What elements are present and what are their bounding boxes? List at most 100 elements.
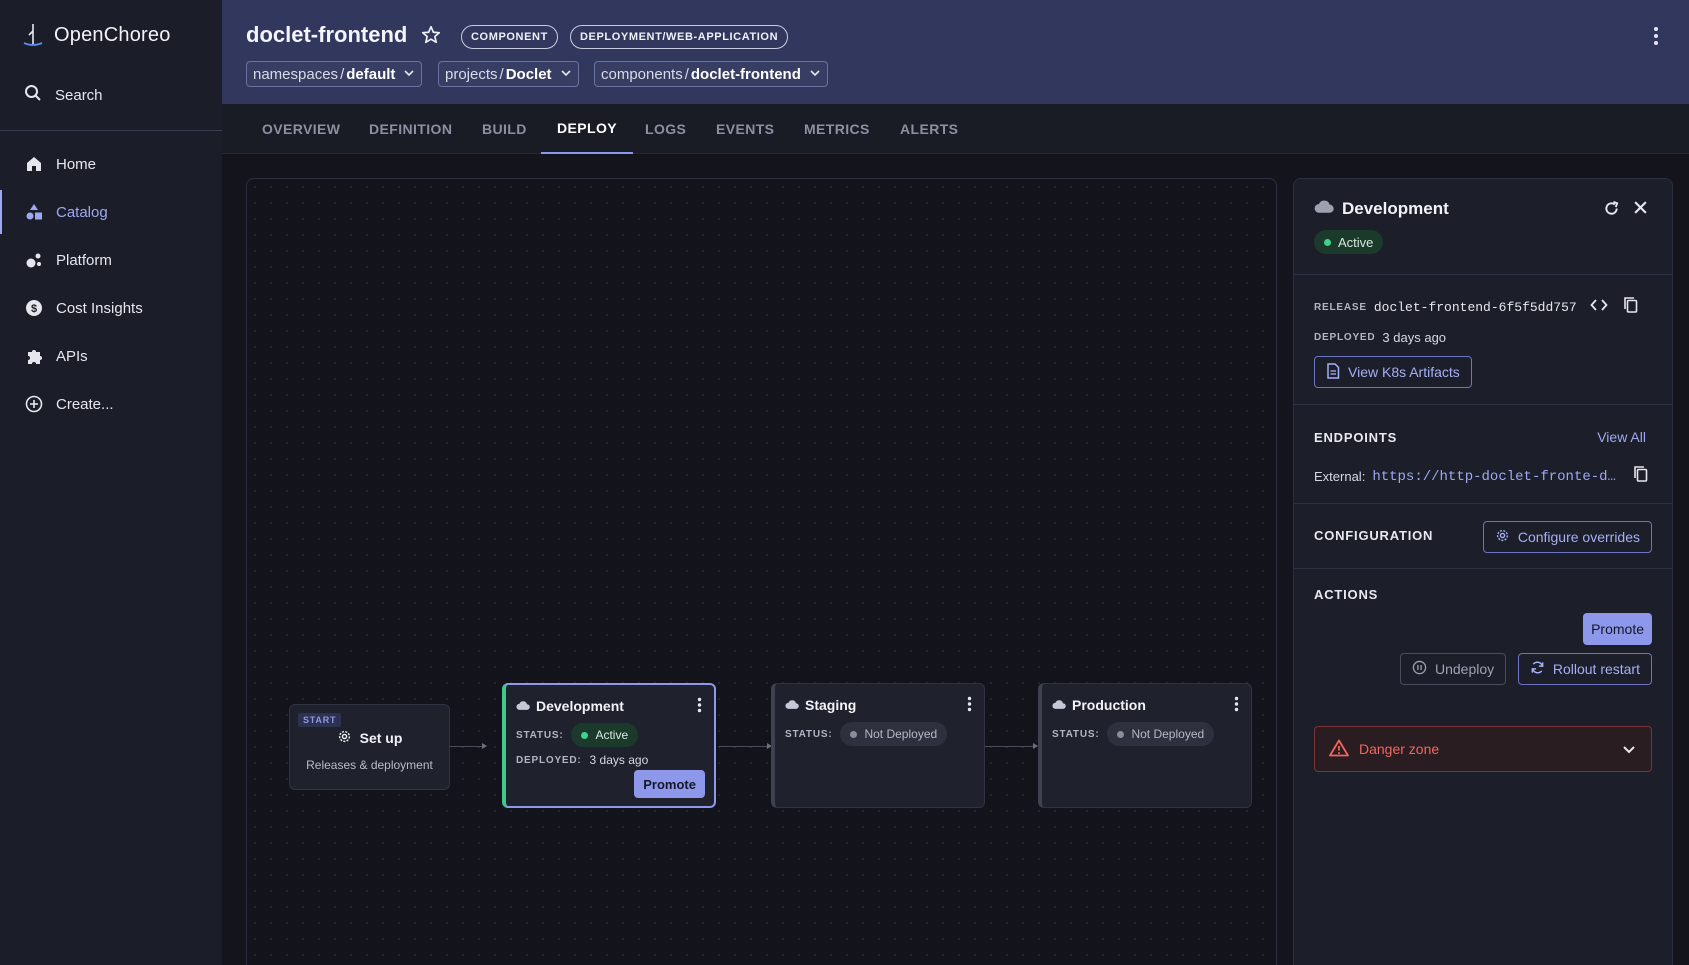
more-vert-icon[interactable] — [1653, 26, 1659, 51]
external-endpoint-row: External: https://http-doclet-fronte-d… — [1314, 465, 1649, 488]
env-node-development[interactable]: Development STATUS: Active DEPLOYED: 3 d… — [502, 683, 716, 808]
view-k8s-artifacts-button[interactable]: View K8s Artifacts — [1314, 356, 1472, 388]
pipeline-canvas[interactable]: START Set up Releases & deployment Devel… — [246, 178, 1277, 965]
panel-divider — [1294, 503, 1672, 504]
breadcrumb-prefix: namespaces — [253, 65, 339, 83]
env-status-row: STATUS: Not Deployed — [785, 722, 948, 746]
tab-bar: OVERVIEW DEFINITION BUILD DEPLOY LOGS EV… — [222, 104, 1689, 154]
star-icon[interactable] — [420, 24, 442, 51]
environment-details-panel: Development Active RELEASE doclet-fronte… — [1293, 178, 1673, 965]
home-icon — [24, 154, 44, 174]
dollar-icon: $ — [24, 298, 44, 318]
tab-metrics[interactable]: METRICS — [788, 104, 886, 154]
rollout-restart-button[interactable]: Rollout restart — [1517, 653, 1652, 685]
undeploy-button[interactable]: Undeploy — [1400, 653, 1507, 685]
sidebar-item-label: Home — [56, 155, 97, 173]
env-status-row: STATUS: Not Deployed — [1052, 722, 1215, 746]
pipeline-edge — [985, 743, 1038, 749]
search-icon — [24, 84, 42, 106]
status-dot — [581, 731, 589, 739]
status-badge: Not Deployed — [840, 722, 948, 746]
tab-deploy[interactable]: DEPLOY — [541, 104, 633, 154]
button-label: Configure overrides — [1517, 529, 1640, 545]
breadcrumb-value: Doclet — [505, 65, 552, 83]
status-badge: Active — [571, 723, 639, 747]
endpoints-title: ENDPOINTS — [1314, 430, 1398, 445]
pipeline-edge — [719, 743, 772, 749]
panel-title: Development — [1314, 199, 1449, 219]
env-node-name: Development — [536, 698, 624, 714]
openchoreo-logo-icon — [22, 22, 44, 48]
status-badge: Active — [1314, 230, 1384, 254]
chevron-down-icon — [403, 66, 415, 83]
configure-overrides-button[interactable]: Configure overrides — [1482, 521, 1652, 553]
breadcrumb-component[interactable]: components / doclet-frontend — [594, 61, 828, 87]
sidebar-item-apis[interactable]: APIs — [0, 332, 222, 380]
panel-divider — [1294, 568, 1672, 569]
env-node-header: Staging — [785, 697, 856, 713]
app-logo[interactable]: OpenChoreo — [22, 22, 171, 48]
tab-logs[interactable]: LOGS — [629, 104, 702, 154]
sidebar-item-label: Catalog — [56, 203, 108, 221]
tab-alerts[interactable]: ALERTS — [884, 104, 974, 154]
tab-overview[interactable]: OVERVIEW — [246, 104, 356, 154]
tab-build[interactable]: BUILD — [466, 104, 543, 154]
breadcrumb-value: doclet-frontend — [690, 65, 801, 83]
chevron-down-icon — [809, 66, 821, 83]
button-label: Rollout restart — [1552, 661, 1640, 677]
sidebar-item-platform[interactable]: Platform — [0, 236, 222, 284]
close-icon[interactable] — [1633, 200, 1648, 220]
env-node-production[interactable]: Production STATUS: Not Deployed — [1038, 683, 1252, 808]
panel-divider — [1294, 404, 1672, 405]
status-text: Active — [1338, 234, 1374, 250]
sidebar-item-create[interactable]: Create... — [0, 380, 222, 428]
gear-icon — [1495, 528, 1510, 546]
status-dot — [1324, 238, 1331, 246]
breadcrumb-namespace[interactable]: namespaces / default — [246, 61, 423, 87]
setup-node[interactable]: START Set up Releases & deployment — [289, 704, 450, 790]
page-title: doclet-frontend — [246, 22, 408, 47]
deployed-label: DEPLOYED — [1314, 332, 1376, 343]
promote-button[interactable]: Promote — [1583, 613, 1652, 645]
plus-circle-icon — [24, 394, 44, 414]
breadcrumb-project[interactable]: projects / Doclet — [438, 61, 579, 87]
external-url-link[interactable]: https://http-doclet-fronte-d… — [1372, 469, 1616, 485]
breadcrumb-value: default — [346, 65, 396, 83]
danger-zone-accordion[interactable]: Danger zone — [1314, 726, 1652, 772]
tab-definition[interactable]: DEFINITION — [353, 104, 468, 154]
status-label: STATUS: — [516, 729, 564, 741]
tab-events[interactable]: EVENTS — [700, 104, 790, 154]
sidebar-item-catalog[interactable]: Catalog — [0, 188, 222, 236]
env-node-staging[interactable]: Staging STATUS: Not Deployed — [771, 683, 985, 808]
code-icon[interactable] — [1589, 298, 1608, 317]
sidebar-item-label: Create... — [56, 395, 114, 413]
deployed-label: DEPLOYED: — [516, 754, 582, 766]
warning-icon — [1329, 739, 1349, 760]
promote-button[interactable]: Promote — [634, 770, 705, 798]
more-vert-icon[interactable] — [697, 697, 702, 718]
platform-icon — [24, 250, 44, 270]
panel-title-text: Development — [1342, 199, 1449, 218]
copy-icon[interactable] — [1633, 465, 1649, 488]
actions-title: ACTIONS — [1314, 587, 1379, 602]
panel-divider — [1294, 274, 1672, 275]
pause-circle-icon — [1412, 660, 1427, 678]
button-label: Undeploy — [1435, 661, 1495, 677]
sidebar-search[interactable]: Search — [24, 84, 103, 106]
sidebar-item-cost-insights[interactable]: $ Cost Insights — [0, 284, 222, 332]
release-value: doclet-frontend-6f5f5dd757 — [1373, 300, 1577, 315]
release-label: RELEASE — [1314, 302, 1367, 313]
danger-zone-label: Danger zone — [1359, 741, 1440, 757]
setup-title-text: Set up — [359, 730, 403, 746]
view-all-link[interactable]: View All — [1597, 429, 1646, 445]
deployed-row: DEPLOYED 3 days ago — [1314, 330, 1446, 345]
copy-icon[interactable] — [1623, 296, 1639, 319]
refresh-icon[interactable] — [1603, 200, 1620, 222]
more-vert-icon[interactable] — [1234, 696, 1239, 717]
env-status-row: STATUS: Active — [516, 723, 639, 747]
deployed-value: 3 days ago — [589, 753, 649, 767]
sync-icon — [1530, 660, 1545, 678]
more-vert-icon[interactable] — [967, 696, 972, 717]
sidebar-item-home[interactable]: Home — [0, 140, 222, 188]
status-badge: Not Deployed — [1107, 722, 1215, 746]
